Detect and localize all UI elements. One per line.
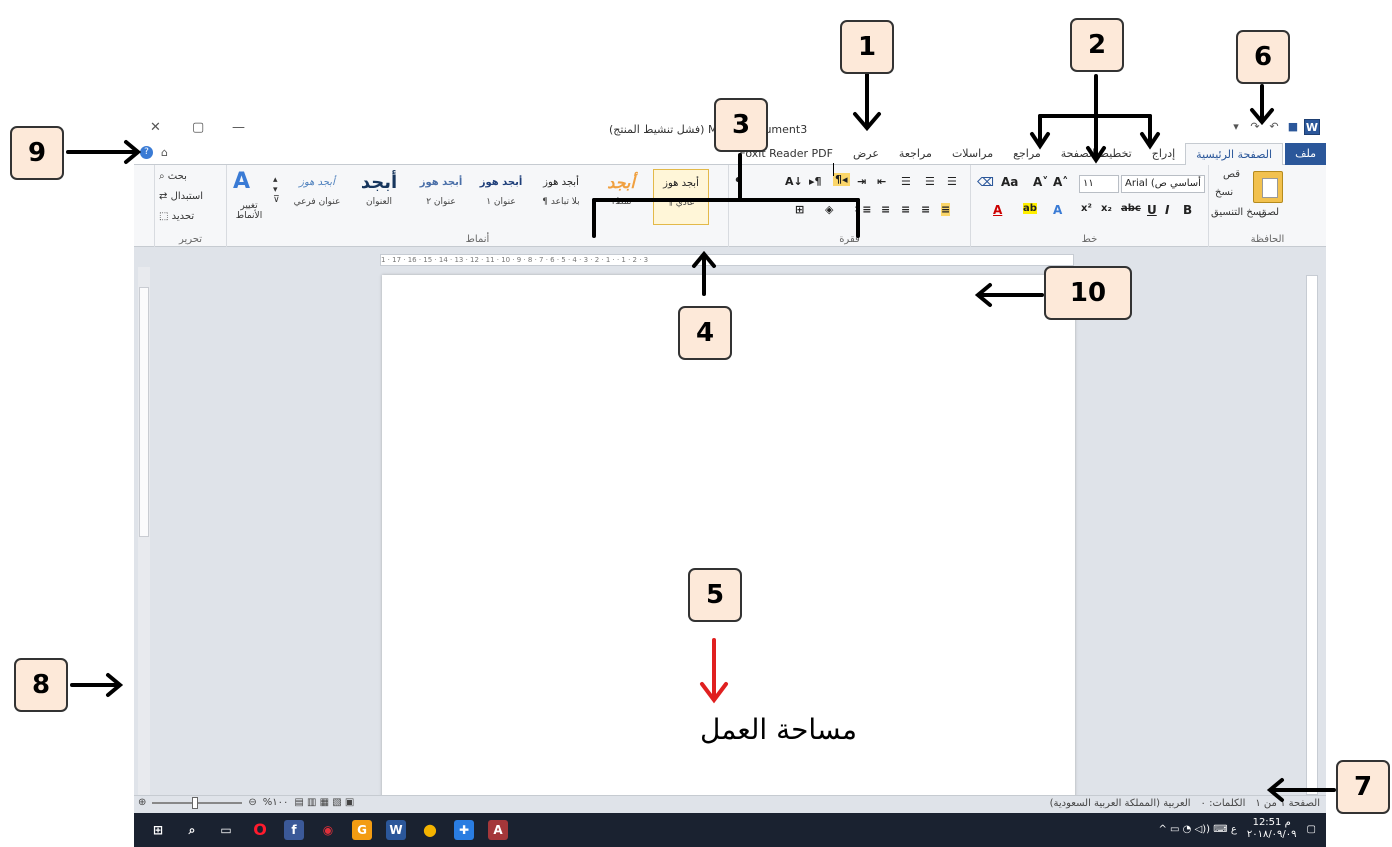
- callout-10: 10: [1044, 266, 1132, 320]
- callout-4: 4: [678, 306, 732, 360]
- callout-5: 5: [688, 568, 742, 622]
- callout-2: 2: [1070, 18, 1124, 72]
- annotation-arrows: [66, 71, 1336, 802]
- callout-1: 1: [840, 20, 894, 74]
- callout-9: 9: [10, 126, 64, 180]
- callout-7: 7: [1336, 760, 1390, 814]
- callout-8: 8: [14, 658, 68, 712]
- callout-6: 6: [1236, 30, 1290, 84]
- callout-3: 3: [714, 98, 768, 152]
- work-area-label: مساحة العمل: [700, 713, 857, 746]
